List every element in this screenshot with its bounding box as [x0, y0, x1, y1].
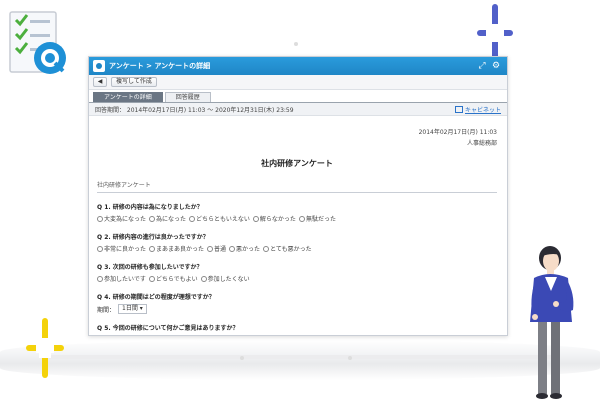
answer-period: 回答期間： 2014年02月17日(月) 11:03 ～ 2020年12月31日…	[95, 106, 294, 114]
option-radio[interactable]: まあまあ良かった	[149, 244, 204, 253]
breadcrumb: アンケート > アンケートの詳細	[109, 62, 211, 70]
radio-icon	[97, 215, 103, 222]
radio-icon	[252, 215, 259, 222]
question-4: Q 4. 研修の期間はどの程度が理想ですか？ 期間： 1日間 ▾	[97, 292, 497, 314]
decor-dot	[294, 42, 298, 46]
option-label: どちらともいえない	[196, 216, 250, 223]
radio-icon	[229, 245, 236, 252]
option-label: どちらでもよい	[155, 276, 198, 283]
titlebar: アンケート > アンケートの詳細 ⤢ ⚙	[89, 57, 507, 75]
option-radio[interactable]: 為になった	[149, 214, 186, 223]
stage-floor	[0, 340, 600, 380]
copy-create-button[interactable]: 複写して作成	[111, 77, 157, 87]
radio-icon	[148, 275, 155, 282]
question-text: Q 5. 今回の研修について何かご意見はありますか？	[97, 325, 239, 332]
option-label: 非常に良かった	[104, 246, 147, 253]
question-text: Q 1. 研修の内容は為になりましたか？	[97, 204, 203, 211]
period-row: 期間： 1日間 ▾	[97, 304, 497, 314]
option-label: 無駄だった	[305, 216, 336, 223]
option-label: 参加したくない	[207, 276, 250, 283]
question-3: Q 3. 次回の研修も参加したいですか？ 参加したいです どちらでもよい 参加し…	[97, 262, 497, 283]
option-radio[interactable]: とても悪かった	[263, 244, 312, 253]
survey-title: 社内研修アンケート	[261, 159, 333, 168]
option-label: 参加したいです	[104, 276, 146, 283]
back-button[interactable]: ◀	[93, 77, 107, 87]
option-radio[interactable]: 解らなかった	[252, 214, 296, 223]
option-radio[interactable]: 非常に良かった	[97, 244, 146, 253]
opinion-textarea[interactable]	[97, 335, 381, 336]
stage-line	[40, 355, 560, 359]
radio-icon	[200, 275, 207, 282]
question-1: Q 1. 研修の内容は為になりましたか？ 大変為になった 為になった どちらとも…	[97, 202, 497, 223]
gear-icon[interactable]: ⚙	[489, 57, 503, 75]
radio-icon	[207, 245, 214, 252]
option-label: 大変為になった	[104, 216, 147, 223]
survey-app-icon	[8, 8, 70, 78]
option-radio[interactable]: 参加したくない	[200, 274, 250, 283]
option-label: 悪かった	[236, 246, 261, 253]
option-radio[interactable]: 普通	[207, 244, 226, 253]
radio-icon	[263, 245, 270, 252]
option-label: まあまあ良かった	[156, 246, 205, 253]
question-2: Q 2. 研修内容の進行は良かったですか？ 非常に良かった まあまあ良かった 普…	[97, 232, 497, 253]
person-illustration	[522, 244, 592, 406]
question-text: Q 4. 研修の期間はどの程度が理想ですか？	[97, 294, 215, 301]
survey-window: アンケート > アンケートの詳細 ⤢ ⚙ ◀ 複写して作成 アンケートの詳細 回…	[88, 56, 508, 336]
question-options: 参加したいです どちらでもよい 参加したくない	[97, 274, 497, 283]
tab-bar: アンケートの詳細 回答履歴	[89, 90, 507, 103]
question-5: Q 5. 今回の研修について何かご意見はありますか？	[97, 323, 497, 336]
survey-content: 2014年02月17日(月) 11:03 人事総務部 社内研修アンケート 社内研…	[93, 117, 501, 335]
option-label: 解らなかった	[259, 216, 296, 223]
cabinet-link[interactable]: キャビネット	[454, 105, 501, 114]
decor-dot	[348, 356, 352, 360]
question-options: 大変為になった 為になった どちらともいえない 解らなかった 無駄だった	[97, 214, 497, 223]
section-label: 社内研修アンケート	[97, 180, 497, 193]
cabinet-link-label: キャビネット	[464, 106, 501, 114]
option-label: 普通	[214, 246, 227, 253]
radio-icon	[149, 245, 156, 252]
period-select[interactable]: 1日間 ▾	[118, 304, 147, 314]
tab-answer-history[interactable]: 回答履歴	[164, 92, 211, 102]
sparkle-blue-icon	[477, 4, 513, 62]
option-radio[interactable]: 大変為になった	[97, 214, 146, 223]
period-bar: 回答期間： 2014年02月17日(月) 11:03 ～ 2020年12月31日…	[89, 103, 507, 116]
radio-icon	[189, 215, 196, 222]
toolbar: ◀ 複写して作成	[89, 75, 507, 90]
expand-icon[interactable]: ⤢	[475, 57, 489, 75]
radio-icon	[97, 245, 103, 252]
question-text: Q 2. 研修内容の進行は良かったですか？	[97, 234, 209, 241]
radio-icon	[97, 275, 103, 282]
cabinet-icon	[454, 105, 463, 113]
option-label: 為になった	[156, 216, 187, 223]
sparkle-yellow-icon	[26, 318, 64, 378]
window-app-icon	[93, 60, 105, 72]
radio-icon	[149, 215, 156, 222]
decor-dot	[240, 356, 244, 360]
question-options: 非常に良かった まあまあ良かった 普通 悪かった とても悪かった	[97, 244, 497, 253]
tab-survey-detail[interactable]: アンケートの詳細	[93, 92, 163, 102]
survey-department: 人事総務部	[466, 140, 497, 147]
question-text: Q 3. 次回の研修も参加したいですか？	[97, 264, 203, 271]
period-label: 期間：	[97, 306, 116, 314]
option-radio[interactable]: 参加したいです	[97, 274, 146, 283]
radio-icon	[298, 215, 305, 222]
survey-date: 2014年02月17日(月) 11:03	[418, 129, 497, 136]
option-radio[interactable]: 悪かった	[229, 244, 260, 253]
option-radio[interactable]: どちらでもよい	[148, 274, 198, 283]
option-label: とても悪かった	[270, 246, 312, 253]
option-radio[interactable]: 無駄だった	[298, 214, 336, 223]
option-radio[interactable]: どちらともいえない	[189, 214, 250, 223]
